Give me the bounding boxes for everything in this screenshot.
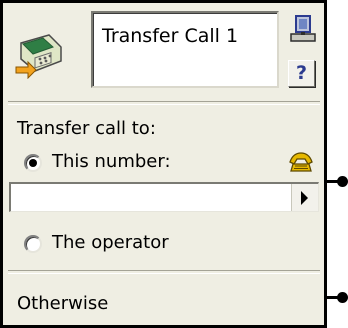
number-dropdown-button[interactable] <box>291 184 318 211</box>
otherwise-label: Otherwise <box>17 293 109 314</box>
this-number-label[interactable]: This number: <box>52 151 171 172</box>
this-number-output-connector[interactable] <box>327 176 348 188</box>
connector-handle[interactable] <box>337 176 348 187</box>
transfer-call-to-label: Transfer call to: <box>17 118 156 139</box>
canvas: Transfer Call 1 ? Transfer call to: This… <box>0 0 348 328</box>
otherwise-output-connector[interactable] <box>327 292 348 304</box>
transfer-call-node[interactable]: Transfer Call 1 ? Transfer call to: This… <box>0 0 327 328</box>
node-title-field[interactable]: Transfer Call 1 <box>91 11 279 88</box>
this-number-radio[interactable] <box>24 154 42 172</box>
help-button[interactable]: ? <box>288 60 315 87</box>
radio-selected-dot <box>29 159 37 167</box>
the-operator-radio[interactable] <box>24 235 42 253</box>
separator <box>8 270 320 274</box>
connector-handle[interactable] <box>337 292 348 303</box>
number-input[interactable] <box>9 182 319 212</box>
dial-phone-icon[interactable] <box>287 150 315 174</box>
phone-transfer-icon <box>15 34 62 79</box>
computer-icon[interactable] <box>289 14 317 44</box>
the-operator-label[interactable]: The operator <box>52 232 169 253</box>
separator <box>8 101 320 105</box>
node-header: Transfer Call 1 ? <box>3 3 324 103</box>
